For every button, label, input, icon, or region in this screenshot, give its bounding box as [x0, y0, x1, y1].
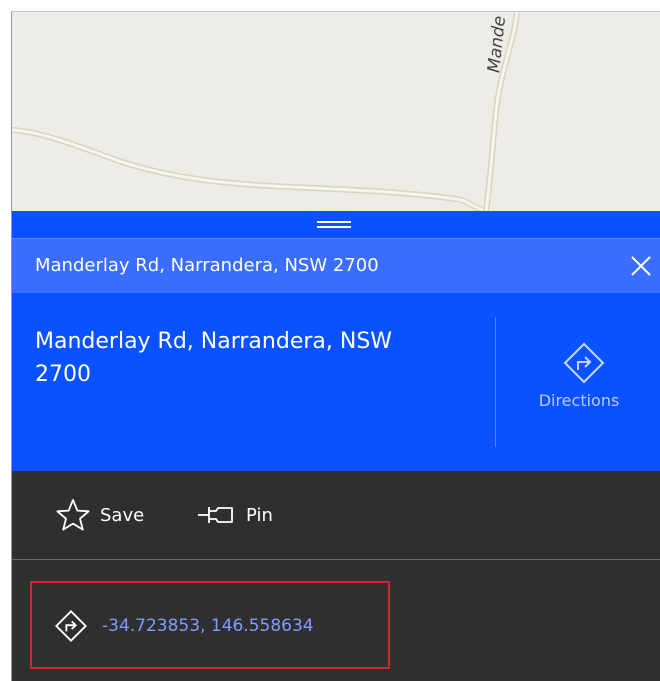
- directions-icon: [563, 342, 605, 384]
- grip-line-top: [317, 221, 351, 223]
- coordinates-highlight: -34.723853, 146.558634: [30, 581, 390, 669]
- directions-label: Directions: [538, 391, 620, 410]
- coordinates-section: -34.723853, 146.558634: [12, 560, 660, 681]
- coordinates-text[interactable]: -34.723853, 146.558634: [102, 616, 314, 636]
- place-title: Manderlay Rd, Narrandera, NSW 2700: [35, 329, 393, 387]
- place-details: Manderlay Rd, Narrandera, NSW 2700 Direc…: [12, 293, 660, 471]
- action-bar: Save Pin: [12, 471, 660, 560]
- directions-icon: [55, 610, 87, 642]
- coordinates-link[interactable]: -34.723853, 146.558634: [54, 609, 314, 643]
- search-text[interactable]: Manderlay Rd, Narrandera, NSW 2700: [35, 255, 379, 276]
- road-label: Mande: [484, 14, 511, 74]
- map-roads: [12, 12, 520, 212]
- details-divider: [495, 317, 496, 447]
- directions-button[interactable]: Directions: [524, 337, 644, 437]
- star-icon: [56, 499, 90, 531]
- panel-drag-handle[interactable]: [12, 211, 660, 238]
- save-label: Save: [100, 504, 145, 526]
- pin-icon: [198, 507, 233, 523]
- close-button[interactable]: [626, 251, 656, 281]
- search-box[interactable]: Manderlay Rd, Narrandera, NSW 2700: [12, 238, 660, 293]
- grip-line-bottom: [317, 226, 351, 228]
- pin-button[interactable]: Pin: [196, 497, 273, 533]
- location-panel: Manderlay Rd, Narrandera, NSW 2700 Mande…: [12, 211, 660, 681]
- pin-label: Pin: [246, 504, 273, 526]
- map-view[interactable]: Mande: [12, 12, 660, 212]
- save-button[interactable]: Save: [56, 497, 144, 533]
- maps-window: Mande Manderlay Rd, Narrandera, NSW 2700…: [11, 11, 660, 681]
- close-icon: [631, 256, 651, 276]
